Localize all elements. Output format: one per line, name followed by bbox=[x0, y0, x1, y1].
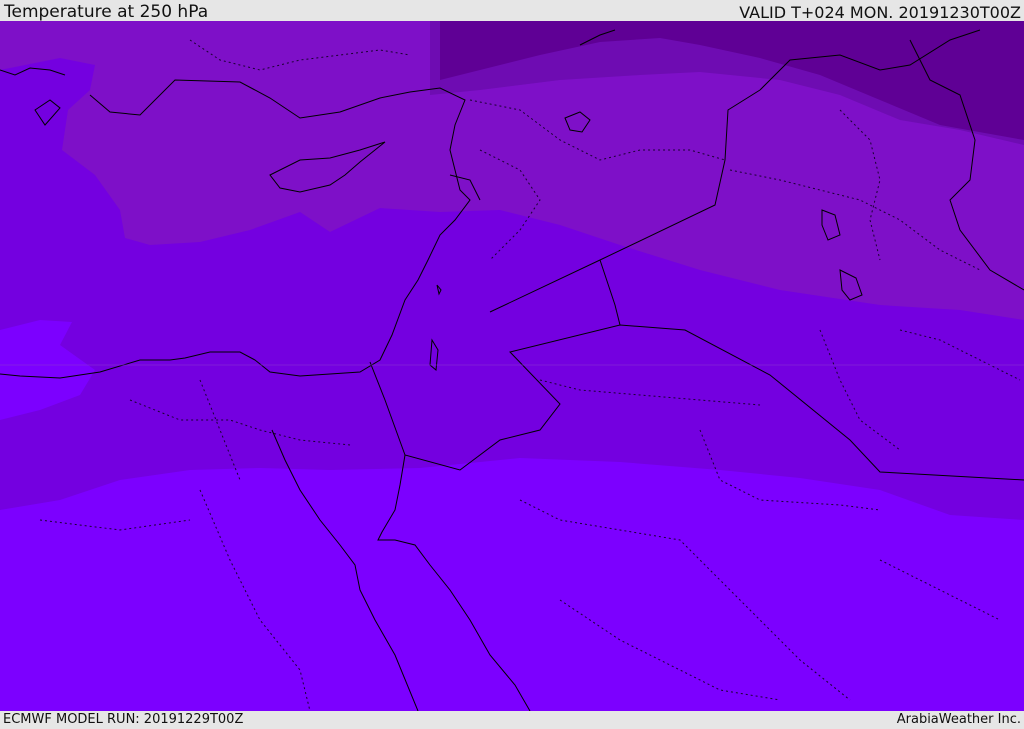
valid-time: VALID T+024 MON. 20191230T00Z bbox=[739, 3, 1021, 22]
weather-map bbox=[0, 21, 1024, 711]
footer-bar: ECMWF MODEL RUN: 20191229T00Z ArabiaWeat… bbox=[0, 711, 1024, 729]
credit-label: ArabiaWeather Inc. bbox=[896, 712, 1021, 727]
header-bar: Temperature at 250 hPa VALID T+024 MON. … bbox=[0, 0, 1024, 22]
map-title: Temperature at 250 hPa bbox=[4, 2, 209, 22]
model-run-label: ECMWF MODEL RUN: 20191229T00Z bbox=[3, 712, 244, 727]
warm-field-south bbox=[0, 458, 1024, 711]
map-canvas bbox=[0, 21, 1024, 711]
